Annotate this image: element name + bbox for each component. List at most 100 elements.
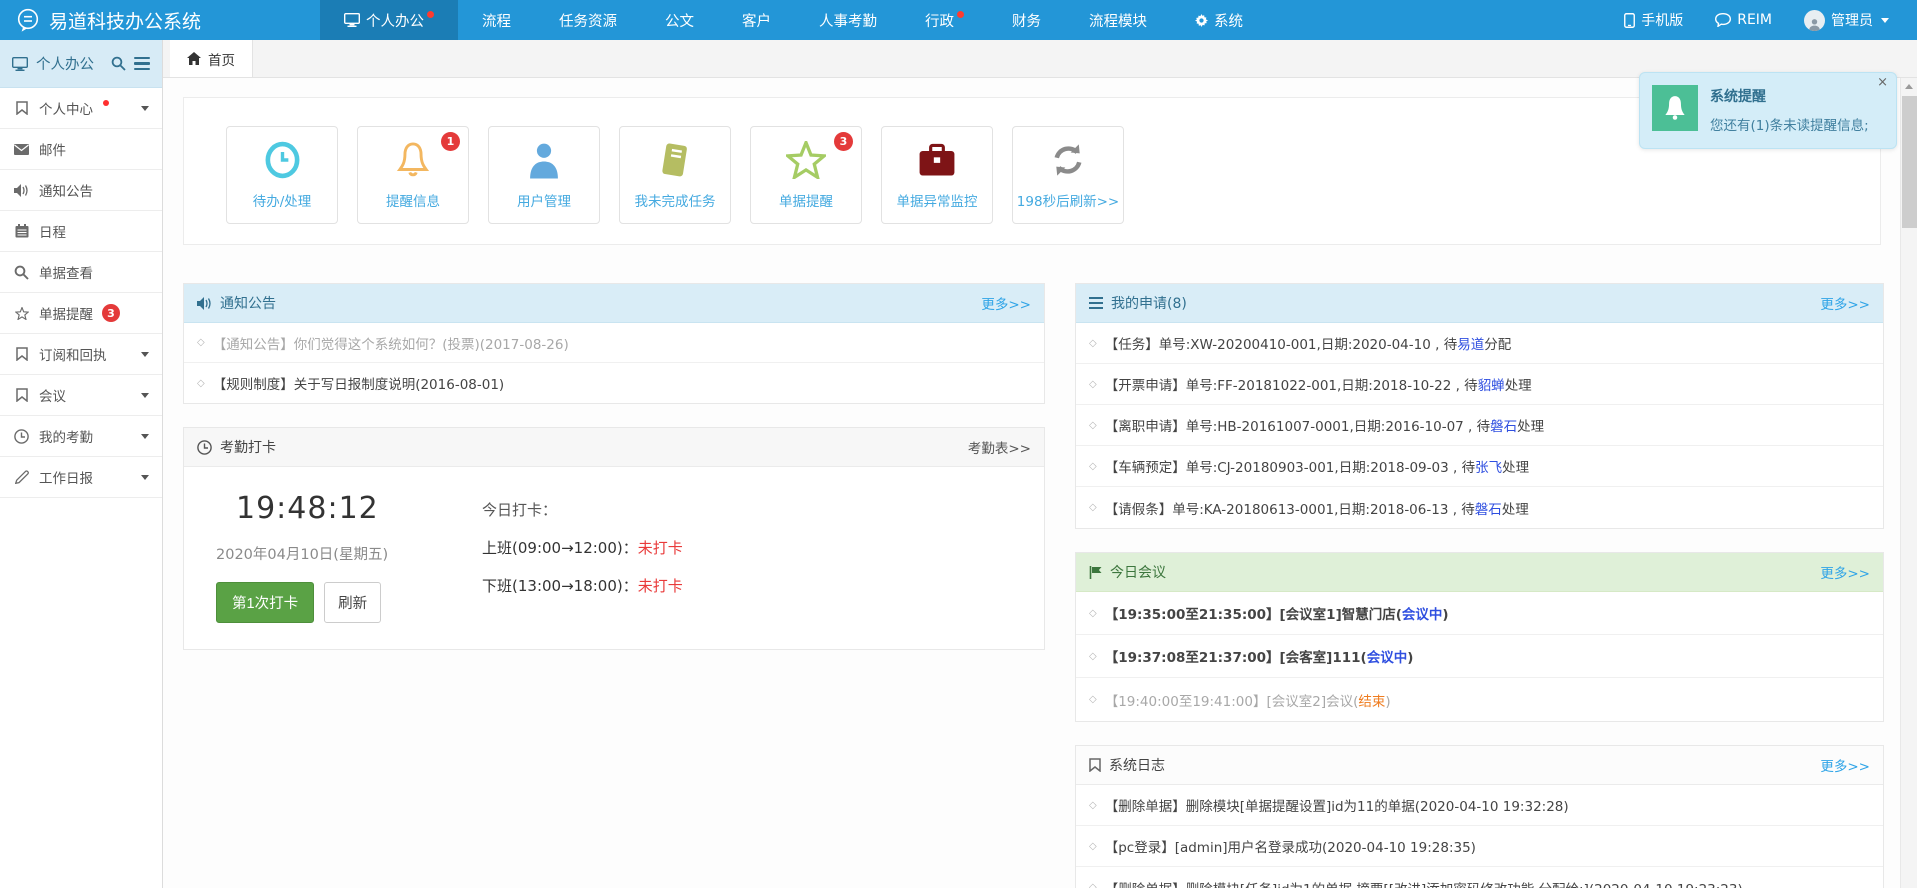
mobile-version-link[interactable]: 手机版 (1608, 0, 1699, 40)
sidebar-item-doc-view[interactable]: 单据查看 (0, 252, 162, 293)
nav-item-customer[interactable]: 客户 (718, 0, 795, 40)
panel-title: 系统日志 (1109, 755, 1165, 775)
nav-item-hr-attendance[interactable]: 人事考勤 (795, 0, 901, 40)
today-meetings-panel: 今日会议 更多>> ◇ 【19:35:00至21:35:00】[会议室1]智慧门… (1075, 552, 1884, 722)
vertical-scrollbar[interactable] (1900, 78, 1917, 888)
toast-message: 您还有(1)条未读提醒信息; (1710, 114, 1869, 134)
item-text-post: 分配 (1484, 337, 1511, 353)
tab-home[interactable]: 首页 (170, 40, 253, 77)
star-icon (13, 307, 30, 320)
panel-title: 通知公告 (220, 293, 276, 313)
nav-item-official-doc[interactable]: 公文 (641, 0, 718, 40)
meeting-item[interactable]: ◇ 【19:35:00至21:35:00】[会议室1]智慧门店(会议中) (1076, 592, 1883, 635)
sidebar-item-my-attendance[interactable]: 我的考勤 (0, 416, 162, 457)
card-label: 198秒后刷新>> (1017, 190, 1119, 210)
home-icon (187, 52, 201, 65)
card-refresh-countdown[interactable]: 198秒后刷新>> (1012, 126, 1124, 224)
notice-item[interactable]: ◇ 【通知公告】你们觉得这个系统如何？(投票)(2017-08-26) (184, 323, 1044, 363)
log-item[interactable]: ◇ 【pc登录】[admin]用户名登录成功(2020-04-10 19:28:… (1076, 826, 1883, 867)
mobile-version-label: 手机版 (1641, 10, 1683, 30)
log-item[interactable]: ◇ 【删除单据】删除模块[任务]id为1的单据,摘要[[改进]添加密码修改功能,… (1076, 867, 1883, 888)
sidebar-item-personal-center[interactable]: 个人中心 (0, 88, 162, 129)
application-item[interactable]: ◇ 【离职申请】单号:HB-20161007-0001,日期:2016-10-0… (1076, 405, 1883, 446)
meeting-status: 会议中 (1402, 607, 1443, 623)
app-logo: 易道科技办公系统 (0, 0, 320, 40)
attendance-status-block: 今日打卡： 上班(09:00→12:00)：未打卡 下班(13:00→18:00… (482, 491, 683, 623)
card-label: 我未完成任务 (635, 190, 716, 210)
scrollbar-thumb[interactable] (1902, 96, 1917, 228)
more-link[interactable]: 更多>> (1820, 562, 1870, 582)
nav-item-process-module[interactable]: 流程模块 (1065, 0, 1171, 40)
diamond-bullet-icon: ◇ (1089, 420, 1097, 431)
shortcut-cards-row: 待办/处理 1 提醒信息 用户管理 我未完成任务 3 单据提醒 (183, 97, 1881, 245)
chevron-down-icon (141, 475, 149, 480)
card-label: 单据异常监控 (897, 190, 978, 210)
nav-item-personal-office[interactable]: 个人办公 (320, 0, 458, 40)
nav-item-finance[interactable]: 财务 (988, 0, 1065, 40)
sidebar-item-notice[interactable]: 通知公告 (0, 170, 162, 211)
attendance-clock-block: 19:48:12 2020年04月10日(星期五) 第1次打卡 刷新 (204, 491, 446, 623)
reim-link[interactable]: REIM (1699, 0, 1788, 40)
card-doc-remind[interactable]: 3 单据提醒 (750, 126, 862, 224)
log-item-text: 【pc登录】[admin]用户名登录成功(2020-04-10 19:28:35… (1105, 836, 1476, 856)
book-icon (658, 140, 692, 180)
sidebar-item-label: 我的考勤 (39, 426, 93, 446)
speaker-icon (13, 184, 30, 197)
system-remind-toast: × 系统提醒 您还有(1)条未读提醒信息; (1639, 72, 1897, 149)
card-unfinished-tasks[interactable]: 我未完成任务 (619, 126, 731, 224)
meeting-item[interactable]: ◇ 【19:40:00至19:41:00】[会议室2]会议(结束) (1076, 678, 1883, 721)
card-doc-anomaly-monitor[interactable]: 单据异常监控 (881, 126, 993, 224)
scroll-up-arrow[interactable] (1901, 78, 1917, 94)
close-icon[interactable]: × (1877, 75, 1888, 90)
nav-item-admin[interactable]: 行政 (901, 0, 988, 40)
application-item[interactable]: ◇ 【任务】单号:XW-20200410-001,日期:2020-04-10 ,… (1076, 323, 1883, 364)
menu-icon[interactable] (134, 54, 150, 74)
left-sidebar: 个人办公 个人中心 邮件 通知公告 日程 单据查看 (0, 40, 163, 888)
panel-title: 我的申请(8) (1111, 293, 1187, 313)
application-item[interactable]: ◇ 【车辆预定】单号:CJ-20180903-001,日期:2018-09-03… (1076, 446, 1883, 487)
clock-icon (197, 440, 212, 455)
more-link[interactable]: 更多>> (1820, 293, 1870, 313)
tab-label: 首页 (208, 49, 235, 69)
list-icon (1089, 297, 1103, 309)
handler-name: 貂蝉 (1478, 378, 1505, 394)
diamond-bullet-icon: ◇ (1089, 651, 1097, 662)
nav-item-system[interactable]: 系统 (1171, 0, 1267, 40)
sidebar-item-doc-remind[interactable]: 单据提醒 3 (0, 293, 162, 334)
meeting-item[interactable]: ◇ 【19:37:08至21:37:00】[会客室]111(会议中) (1076, 635, 1883, 678)
top-navbar: 易道科技办公系统 个人办公 流程 任务资源 公文 客户 人事考勤 行政 财务 流… (0, 0, 1917, 40)
gear-icon (1195, 14, 1208, 27)
search-icon[interactable] (111, 56, 126, 71)
nav-item-process[interactable]: 流程 (458, 0, 535, 40)
nav-item-label: 任务资源 (559, 10, 617, 31)
application-item[interactable]: ◇ 【开票申请】单号:FF-20181022-001,日期:2018-10-22… (1076, 364, 1883, 405)
chevron-down-icon (141, 434, 149, 439)
current-date: 2020年04月10日(星期五) (204, 543, 446, 564)
bookmark-icon (13, 388, 30, 402)
sidebar-item-label: 工作日报 (39, 467, 93, 487)
more-link[interactable]: 更多>> (1820, 755, 1870, 775)
pm-status: 未打卡 (638, 577, 683, 595)
sidebar-item-subscribe[interactable]: 订阅和回执 (0, 334, 162, 375)
attendance-sheet-link[interactable]: 考勤表>> (968, 437, 1031, 457)
item-text-post: 处理 (1517, 419, 1544, 435)
item-text-pre: 【任务】单号:XW-20200410-001,日期:2020-04-10 , 待 (1105, 337, 1458, 353)
punch-in-button[interactable]: 第1次打卡 (216, 582, 314, 623)
log-item[interactable]: ◇ 【删除单据】删除模块[单据提醒设置]id为11的单据(2020-04-10 … (1076, 785, 1883, 826)
card-remind-info[interactable]: 1 提醒信息 (357, 126, 469, 224)
sidebar-item-mail[interactable]: 邮件 (0, 129, 162, 170)
sidebar-item-meeting[interactable]: 会议 (0, 375, 162, 416)
application-item[interactable]: ◇ 【请假条】单号:KA-20180613-0001,日期:2018-06-13… (1076, 487, 1883, 528)
clock-icon (264, 140, 301, 180)
card-todo[interactable]: 待办/处理 (226, 126, 338, 224)
sidebar-item-schedule[interactable]: 日程 (0, 211, 162, 252)
nav-item-task-resource[interactable]: 任务资源 (535, 0, 641, 40)
notice-item[interactable]: ◇ 【规则制度】关于写日报制度说明(2016-08-01) (184, 363, 1044, 403)
refresh-button[interactable]: 刷新 (324, 582, 381, 623)
sidebar-item-label: 邮件 (39, 139, 66, 159)
more-link[interactable]: 更多>> (981, 293, 1031, 313)
sidebar-item-daily-report[interactable]: 工作日报 (0, 457, 162, 498)
card-user-management[interactable]: 用户管理 (488, 126, 600, 224)
attendance-body: 19:48:12 2020年04月10日(星期五) 第1次打卡 刷新 今日打卡：… (184, 467, 1044, 649)
user-menu[interactable]: 管理员 (1788, 0, 1905, 40)
